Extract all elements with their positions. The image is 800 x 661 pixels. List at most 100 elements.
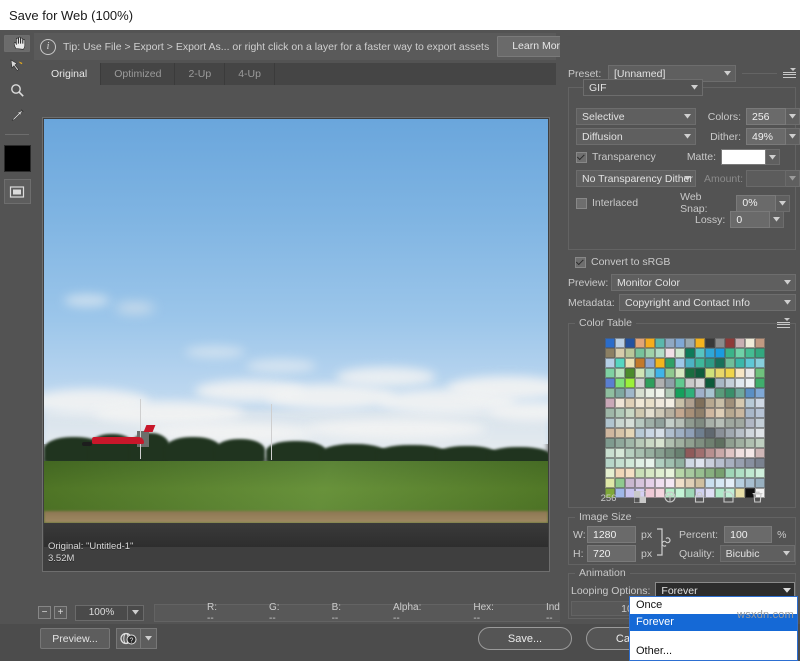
color-swatch[interactable] [655,358,665,368]
color-swatch[interactable] [605,458,615,468]
color-swatch[interactable] [645,418,655,428]
color-swatch[interactable] [735,478,745,488]
color-swatch[interactable] [685,398,695,408]
transparency-icon[interactable] [664,491,676,506]
color-swatch[interactable] [655,458,665,468]
color-swatch[interactable] [685,368,695,378]
color-swatch[interactable] [705,358,715,368]
color-swatch[interactable] [695,338,705,348]
hand-tool[interactable] [4,35,30,52]
color-swatch[interactable] [615,468,625,478]
color-swatch[interactable] [695,458,705,468]
color-swatch[interactable] [695,448,705,458]
color-swatch[interactable] [675,358,685,368]
color-swatch[interactable] [715,418,725,428]
color-swatch[interactable] [645,358,655,368]
color-swatch[interactable] [705,338,715,348]
color-swatch[interactable] [755,368,765,378]
color-swatch[interactable] [675,408,685,418]
color-swatch[interactable] [645,388,655,398]
color-swatch[interactable] [725,408,735,418]
color-swatch[interactable] [725,418,735,428]
color-swatch[interactable] [675,468,685,478]
color-swatch[interactable] [705,478,715,488]
color-swatch[interactable] [755,358,765,368]
color-swatch[interactable] [645,428,655,438]
color-swatch[interactable] [635,398,645,408]
color-swatch[interactable] [635,418,645,428]
color-swatch[interactable] [645,398,655,408]
color-swatch[interactable] [745,358,755,368]
color-swatch[interactable] [655,378,665,388]
dither-method-dropdown[interactable]: Diffusion [576,128,696,145]
color-swatch[interactable] [655,388,665,398]
panel-menu-icon[interactable] [777,318,790,329]
color-swatch[interactable] [635,378,645,388]
color-swatch[interactable] [645,408,655,418]
color-swatch[interactable] [615,478,625,488]
color-swatch[interactable] [605,338,615,348]
color-swatch[interactable] [625,468,635,478]
color-swatch[interactable] [665,438,675,448]
color-swatch[interactable] [645,448,655,458]
file-format-dropdown[interactable]: GIF [583,79,703,96]
color-swatch[interactable] [725,348,735,358]
color-swatch[interactable] [655,478,665,488]
color-swatch[interactable] [605,388,615,398]
color-swatch[interactable] [665,338,675,348]
color-swatch[interactable] [735,388,745,398]
color-swatch[interactable] [715,358,725,368]
color-swatch[interactable] [665,408,675,418]
color-swatch[interactable] [745,438,755,448]
color-swatch[interactable] [745,418,755,428]
color-swatch[interactable] [695,418,705,428]
preview-in-browser-icon[interactable]: ? [116,628,141,649]
color-swatch[interactable] [655,338,665,348]
dither-stepper[interactable] [786,128,800,145]
color-swatch[interactable] [675,388,685,398]
panel-menu-icon[interactable] [783,68,796,79]
color-swatch[interactable] [635,468,645,478]
color-swatch[interactable] [695,438,705,448]
convert-to-srgb-checkbox[interactable] [575,257,586,268]
color-swatch[interactable] [725,358,735,368]
color-swatch[interactable] [655,428,665,438]
color-swatch[interactable] [635,338,645,348]
color-swatch[interactable] [655,408,665,418]
color-swatch[interactable] [735,468,745,478]
color-swatch[interactable] [665,458,675,468]
color-swatch[interactable] [695,348,705,358]
color-swatch[interactable] [655,398,665,408]
color-swatch[interactable] [755,468,765,478]
color-swatch[interactable] [745,398,755,408]
color-swatch[interactable] [635,408,645,418]
color-swatch[interactable] [725,388,735,398]
color-swatch[interactable] [615,338,625,348]
color-swatch[interactable] [635,438,645,448]
zoom-in-button[interactable]: + [54,606,67,619]
color-swatch[interactable] [735,338,745,348]
color-reduction-dropdown[interactable]: Selective [576,108,696,125]
color-swatch[interactable] [725,438,735,448]
color-swatch[interactable] [675,428,685,438]
color-swatch[interactable] [725,458,735,468]
color-swatch[interactable] [695,468,705,478]
color-swatch[interactable] [705,398,715,408]
tab-2up[interactable]: 2-Up [175,63,225,85]
color-swatch[interactable] [735,418,745,428]
color-swatch[interactable] [665,448,675,458]
color-swatch[interactable] [695,428,705,438]
color-swatch[interactable] [675,438,685,448]
interlaced-checkbox[interactable] [576,198,587,209]
color-swatch[interactable] [645,438,655,448]
color-swatch[interactable] [645,378,655,388]
color-swatch[interactable] [625,408,635,418]
color-swatch[interactable] [715,378,725,388]
color-swatch[interactable] [675,398,685,408]
color-swatch[interactable] [735,368,745,378]
color-swatch[interactable] [755,418,765,428]
color-swatch[interactable] [635,478,645,488]
color-swatch[interactable] [715,458,725,468]
color-swatch[interactable] [605,428,615,438]
color-swatch[interactable] [625,428,635,438]
